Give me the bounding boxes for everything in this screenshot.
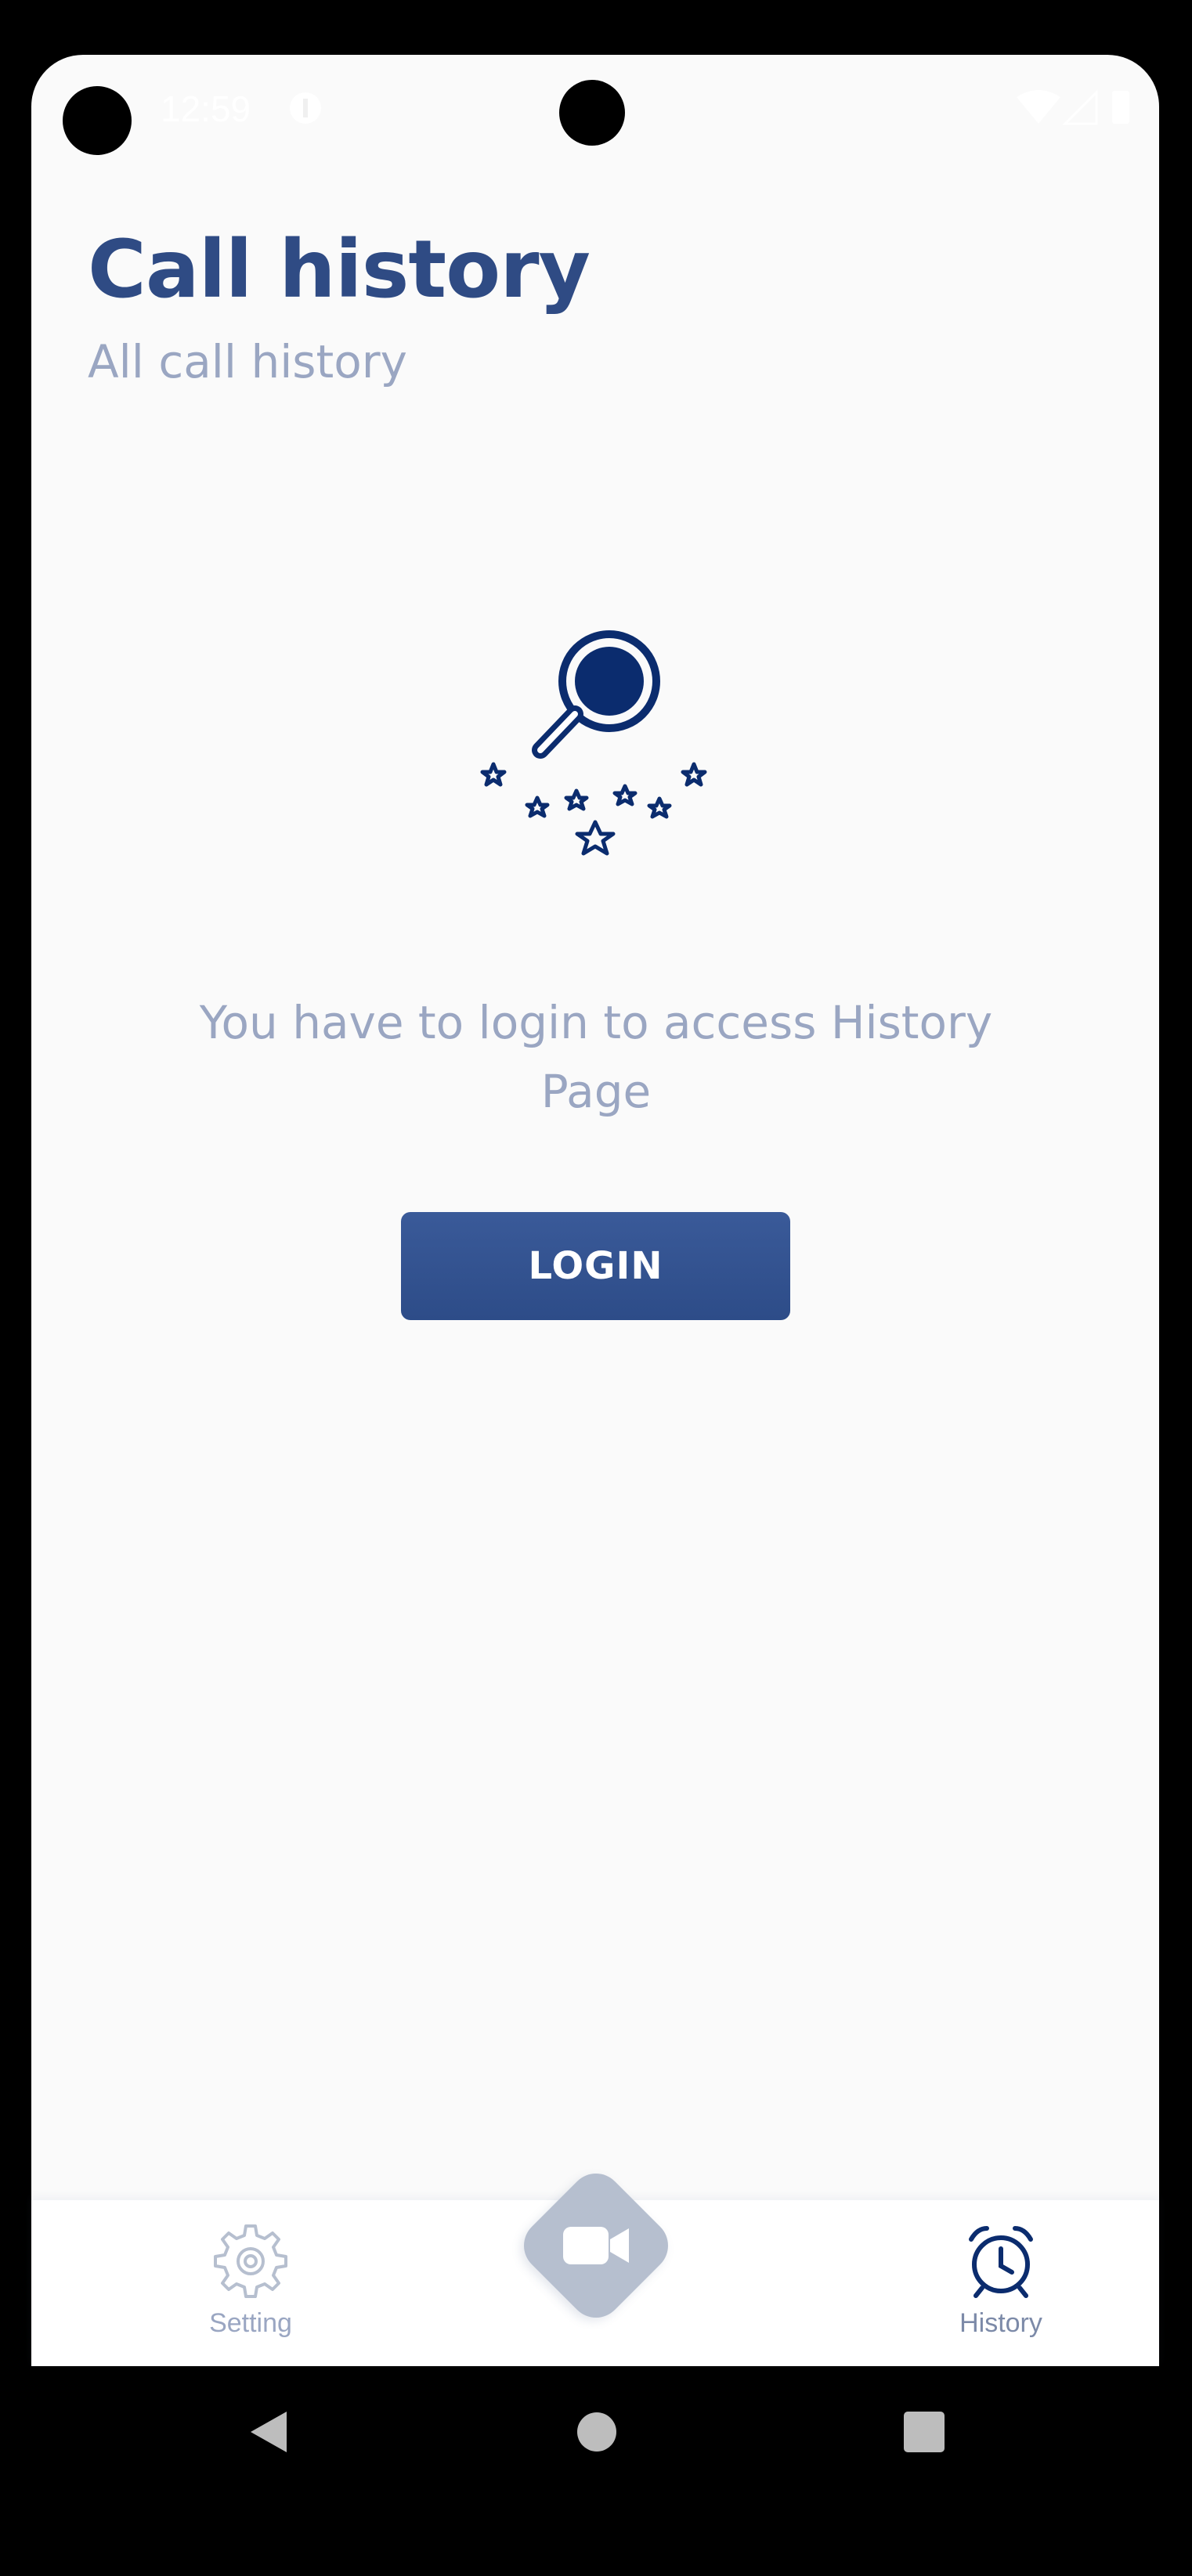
home-icon[interactable]: [572, 2407, 622, 2457]
nav-label-setting: Setting: [209, 2308, 292, 2338]
status-icons: [1017, 89, 1129, 125]
front-camera-cutout: [63, 86, 132, 155]
status-time: 12:59: [161, 88, 251, 129]
nav-label-history: History: [959, 2308, 1042, 2338]
battery-icon: [1112, 91, 1129, 124]
nav-item-history[interactable]: History: [899, 2200, 1103, 2366]
magnifier-stars-icon: [480, 630, 707, 856]
back-icon[interactable]: [244, 2407, 294, 2457]
login-button[interactable]: LOGIN: [401, 1212, 790, 1320]
system-navigation-bar: [31, 2366, 1159, 2498]
gear-icon: [214, 2224, 287, 2298]
page-title: Call history: [88, 223, 591, 316]
video-camera-icon: [563, 2227, 629, 2264]
app-notification-icon: [290, 92, 321, 124]
video-call-button[interactable]: [512, 2162, 680, 2329]
nav-item-setting[interactable]: Setting: [149, 2200, 352, 2366]
login-required-message: You have to login to access History Page: [199, 996, 993, 1118]
recents-icon[interactable]: [899, 2407, 949, 2457]
wifi-icon: [1017, 90, 1060, 124]
signal-icon: [1062, 89, 1098, 125]
page-subtitle: All call history: [88, 335, 407, 388]
center-camera-cutout: [559, 80, 625, 146]
device-frame: 12:59 Call history All call history You …: [0, 0, 1192, 2576]
alarm-clock-icon: [969, 2226, 1033, 2298]
app-screen: [31, 55, 1159, 2366]
